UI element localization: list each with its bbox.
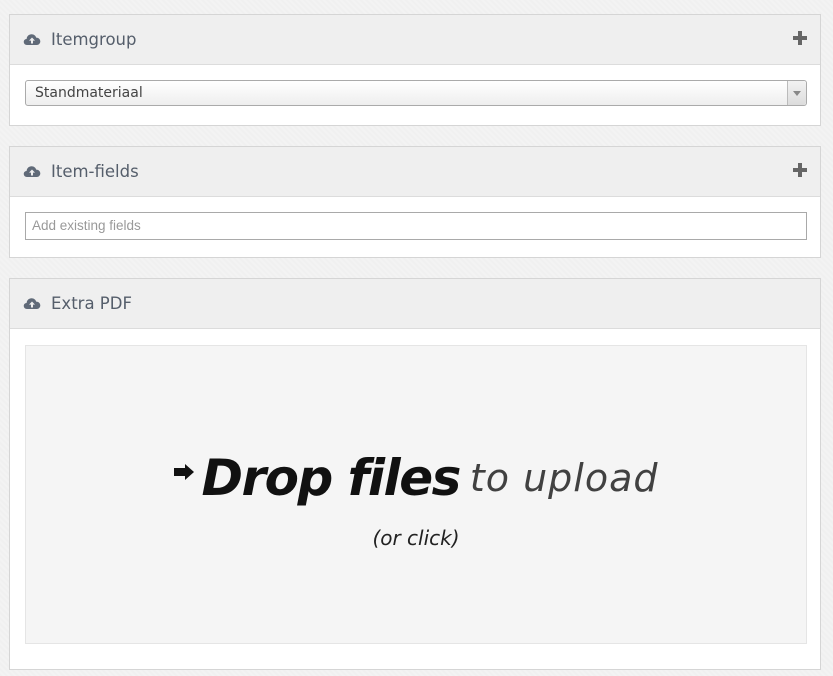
- file-dropzone[interactable]: Drop files to upload (or click): [25, 345, 807, 644]
- add-itemgroup-button[interactable]: [793, 31, 807, 45]
- cloud-upload-icon: [23, 298, 41, 309]
- add-existing-fields-input[interactable]: Add existing fields: [25, 212, 807, 240]
- cloud-upload-icon: [23, 34, 41, 45]
- itemgroup-title: Itemgroup: [51, 30, 137, 49]
- itemgroup-select-value: Standmateriaal: [35, 85, 143, 101]
- extrapdf-header: Extra PDF: [10, 279, 820, 329]
- itemfields-title: Item-fields: [51, 162, 139, 181]
- dropzone-main-text: Drop files: [201, 449, 461, 507]
- cloud-upload-icon: [23, 166, 41, 177]
- itemfields-header: Item-fields: [10, 147, 820, 197]
- dropzone-sub-text: (or click): [372, 526, 460, 550]
- extrapdf-title: Extra PDF: [51, 294, 132, 313]
- dropzone-secondary-text: to upload: [469, 456, 659, 500]
- add-itemfields-button[interactable]: [793, 163, 807, 177]
- itemgroup-select[interactable]: Standmateriaal: [25, 80, 807, 106]
- itemgroup-header: Itemgroup: [10, 15, 820, 65]
- arrow-right-icon: [174, 464, 195, 480]
- dropzone-message: Drop files to upload: [26, 449, 806, 507]
- itemfields-widget: Item-fields Add existing fields: [9, 146, 821, 258]
- extrapdf-widget: Extra PDF Drop files to upload (or click): [9, 278, 821, 670]
- itemgroup-widget: Itemgroup Standmateriaal: [9, 14, 821, 126]
- chevron-down-icon[interactable]: [787, 81, 806, 105]
